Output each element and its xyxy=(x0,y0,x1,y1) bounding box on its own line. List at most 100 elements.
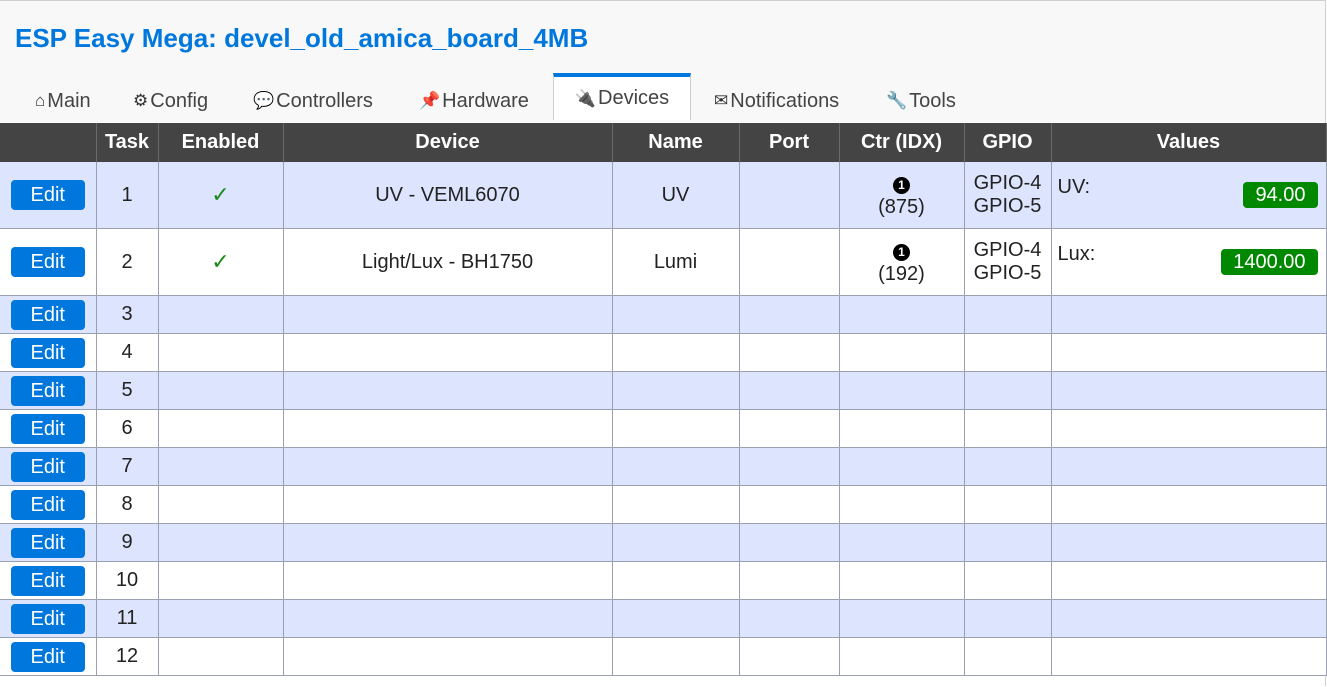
device-cell xyxy=(283,561,613,600)
edit-cell: Edit xyxy=(0,447,97,486)
gpio-pin: GPIO-5 xyxy=(973,195,1042,217)
task-number: 3 xyxy=(121,303,133,325)
ctr-cell: 1 (192) xyxy=(839,228,965,296)
task-cell: 9 xyxy=(96,523,159,562)
enabled-cell xyxy=(158,485,284,524)
edit-button[interactable]: Edit xyxy=(10,565,85,596)
port-cell xyxy=(739,599,840,638)
tab-hardware[interactable]: 📌 Hardware xyxy=(419,81,529,121)
gpio-pin: GPIO-5 xyxy=(973,262,1042,284)
port-cell xyxy=(739,409,840,448)
enabled-cell xyxy=(158,409,284,448)
values-cell xyxy=(1051,561,1327,600)
ctr-cell xyxy=(839,333,965,372)
port-cell xyxy=(739,523,840,562)
port-cell xyxy=(739,295,840,334)
name-cell xyxy=(612,295,740,334)
tab-config[interactable]: ⚙ Config xyxy=(133,81,208,121)
device-cell xyxy=(283,637,613,676)
values-cell xyxy=(1051,599,1327,638)
task-number: 10 xyxy=(115,569,139,591)
tab-label: Main xyxy=(47,89,91,112)
edit-button[interactable]: Edit xyxy=(10,641,85,672)
edit-cell: Edit xyxy=(0,409,97,448)
table-row: Edit 6 xyxy=(0,409,1327,448)
tab-controllers[interactable]: 💬 Controllers xyxy=(253,81,373,121)
ctr-cell xyxy=(839,561,965,600)
edit-button[interactable]: Edit xyxy=(10,299,85,330)
edit-button[interactable]: Edit xyxy=(10,413,85,444)
enabled-check-icon: ✓ xyxy=(211,182,230,207)
tab-label: Hardware xyxy=(442,89,529,112)
tab-label: Controllers xyxy=(276,89,373,112)
edit-cell: Edit xyxy=(0,599,97,638)
task-name: UV xyxy=(661,183,690,206)
gpio-cell xyxy=(964,371,1052,410)
enabled-cell: ✓ xyxy=(158,162,284,229)
name-cell xyxy=(612,485,740,524)
edit-cell: Edit xyxy=(0,333,97,372)
tab-notifications[interactable]: ✉ Notifications xyxy=(714,81,839,121)
edit-button[interactable]: Edit xyxy=(10,489,85,520)
edit-button[interactable]: Edit xyxy=(10,337,85,368)
table-row: Edit 9 xyxy=(0,523,1327,562)
values-cell xyxy=(1051,371,1327,410)
controller-idx: (192) xyxy=(878,263,925,285)
column-header-ctr-idx: Ctr (IDX) xyxy=(839,123,965,162)
name-cell xyxy=(612,561,740,600)
controller-idx: (875) xyxy=(878,196,925,218)
edit-button[interactable]: Edit xyxy=(10,603,85,634)
device-cell xyxy=(283,485,613,524)
edit-button[interactable]: Edit xyxy=(10,451,85,482)
edit-cell: Edit xyxy=(0,485,97,524)
value-badge: 1400.00 xyxy=(1221,249,1318,275)
values-cell xyxy=(1051,523,1327,562)
table-row: Edit 7 xyxy=(0,447,1327,486)
tab-main[interactable]: ⌂ Main xyxy=(35,81,91,121)
edit-button[interactable]: Edit xyxy=(10,375,85,406)
device-cell xyxy=(283,599,613,638)
table-row: Edit 10 xyxy=(0,561,1327,600)
edit-button[interactable]: Edit xyxy=(10,527,85,558)
edit-cell: Edit xyxy=(0,561,97,600)
ctr-cell xyxy=(839,409,965,448)
edit-button[interactable]: Edit xyxy=(10,247,85,277)
column-header-task: Task xyxy=(96,123,159,162)
edit-button[interactable]: Edit xyxy=(10,180,85,210)
tab-tools[interactable]: 🔧 Tools xyxy=(886,81,956,121)
edit-cell: Edit xyxy=(0,162,97,229)
gpio-pin: GPIO-4 xyxy=(973,239,1042,261)
ctr-cell: 1 (875) xyxy=(839,162,965,229)
port-cell xyxy=(739,371,840,410)
gear-icon: ⚙ xyxy=(133,91,149,110)
plug-icon: 🔌 xyxy=(574,88,597,108)
device-cell: Light/Lux - BH1750 xyxy=(283,228,613,296)
values-cell xyxy=(1051,485,1327,524)
name-cell xyxy=(612,333,740,372)
values-cell xyxy=(1051,333,1327,372)
gpio-cell xyxy=(964,561,1052,600)
port-cell xyxy=(739,485,840,524)
port-cell xyxy=(739,228,840,296)
value-name: UV: xyxy=(1057,176,1091,198)
ctr-cell xyxy=(839,637,965,676)
task-cell: 4 xyxy=(96,333,159,372)
values-cell xyxy=(1051,447,1327,486)
edit-cell: Edit xyxy=(0,637,97,676)
task-cell: 6 xyxy=(96,409,159,448)
port-cell xyxy=(739,637,840,676)
port-cell xyxy=(739,447,840,486)
gpio-cell xyxy=(964,295,1052,334)
controller-number-badge: 1 xyxy=(893,177,910,194)
pushpin-icon: 📌 xyxy=(419,91,441,110)
page-frame: ESP Easy Mega: devel_old_amica_board_4MB… xyxy=(0,0,1327,686)
value-badge: 94.00 xyxy=(1243,182,1318,208)
enabled-cell xyxy=(158,561,284,600)
task-cell: 12 xyxy=(96,637,159,676)
name-cell xyxy=(612,409,740,448)
task-cell: 5 xyxy=(96,371,159,410)
ctr-cell xyxy=(839,599,965,638)
tab-devices[interactable]: 🔌 Devices xyxy=(553,73,691,120)
page-header: ESP Easy Mega: devel_old_amica_board_4MB… xyxy=(0,1,1325,122)
edit-cell: Edit xyxy=(0,523,97,562)
